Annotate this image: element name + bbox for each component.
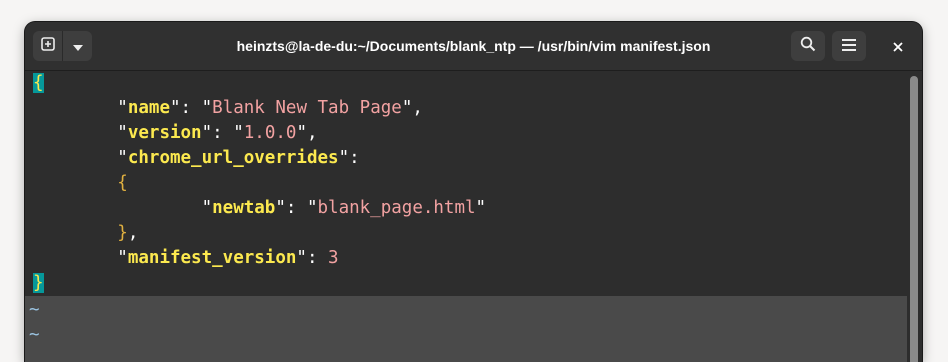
code-line: }	[33, 271, 44, 296]
code-line: "version": "1.0.0",	[117, 123, 318, 143]
empty-line-tilde: ~	[29, 325, 40, 345]
json-key: version	[127, 123, 202, 143]
close-icon	[893, 37, 903, 56]
headerbar: heinzts@la-de-du:~/Documents/blank_ntp —…	[25, 22, 922, 71]
json-string: Blank New Tab Page	[212, 98, 402, 118]
scrollbar-thumb[interactable]	[910, 76, 918, 362]
code-line: "name": "Blank New Tab Page",	[117, 98, 423, 118]
inner-open-brace: {	[117, 173, 128, 193]
json-key: manifest_version	[127, 248, 297, 268]
search-button[interactable]	[791, 31, 825, 61]
code-line: "newtab": "blank_page.html"	[201, 198, 487, 218]
json-key: newtab	[212, 198, 276, 218]
json-string: 1.0.0	[243, 123, 297, 143]
close-button[interactable]	[889, 37, 907, 55]
json-key: chrome_url_overrides	[127, 148, 339, 168]
code-line: "manifest_version": 3	[117, 248, 339, 268]
vim-empty-region: ~ ~	[25, 296, 907, 362]
new-tab-button[interactable]	[33, 31, 62, 61]
json-number: 3	[328, 248, 339, 268]
open-brace: {	[33, 73, 44, 93]
plus-square-icon	[40, 36, 56, 56]
menu-button[interactable]	[832, 31, 866, 61]
empty-line-tilde: ~	[29, 300, 40, 320]
new-tab-dropdown-button[interactable]	[63, 31, 92, 61]
inner-close-brace: }	[117, 223, 128, 243]
close-brace: }	[33, 273, 44, 293]
json-key: name	[127, 98, 170, 118]
window-title: heinzts@la-de-du:~/Documents/blank_ntp —…	[236, 38, 711, 54]
json-string: blank_page.html	[317, 198, 476, 218]
terminal-window: heinzts@la-de-du:~/Documents/blank_ntp —…	[25, 22, 922, 362]
terminal-view[interactable]: { "name": "Blank New Tab Page", "version…	[25, 71, 907, 362]
search-icon	[800, 36, 816, 56]
code-line: {	[33, 71, 44, 96]
code-line: {	[33, 171, 128, 196]
chevron-down-icon	[72, 37, 84, 56]
vim-buffer[interactable]: { "name": "Blank New Tab Page", "version…	[25, 71, 907, 296]
hamburger-menu-icon	[841, 37, 857, 56]
new-tab-split-button	[33, 31, 92, 61]
code-line: "chrome_url_overrides":	[117, 148, 360, 168]
code-line: },	[117, 223, 139, 243]
scrollbar[interactable]	[910, 76, 919, 362]
